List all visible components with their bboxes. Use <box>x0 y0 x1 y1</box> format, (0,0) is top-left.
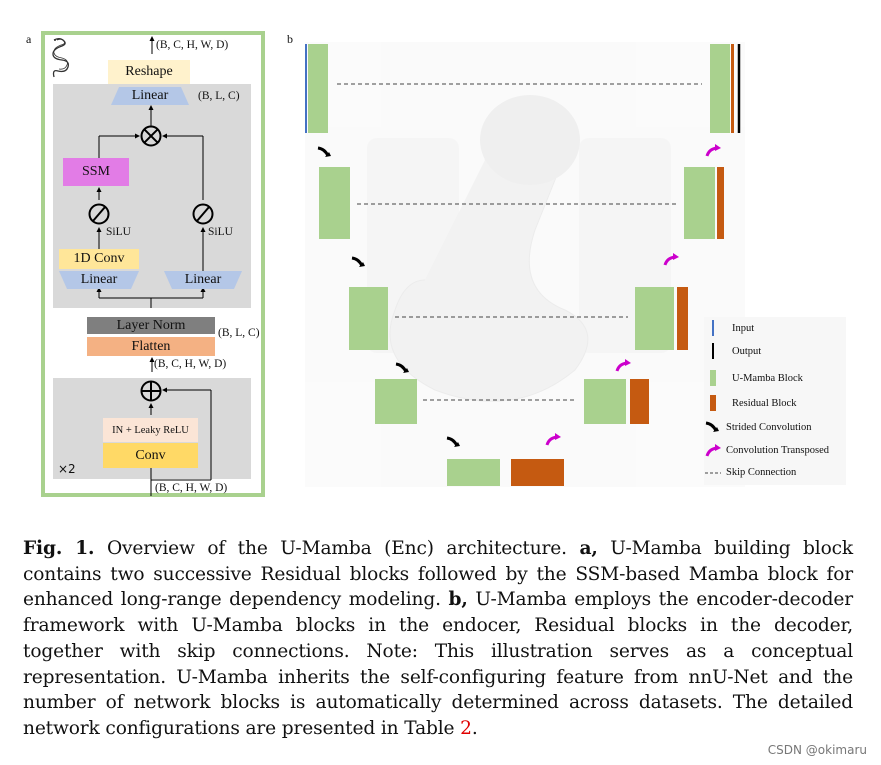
shape-label-bottom: (B, C, H, W, D) <box>155 482 228 494</box>
silu-left-icon <box>88 203 110 225</box>
legend-item-strided-convolution: Strided Convolution <box>704 420 811 434</box>
encoder-block-3 <box>375 379 417 424</box>
legend-item-skip-connection: Skip Connection <box>704 467 796 478</box>
legend-label-residual-block: Residual Block <box>732 397 797 409</box>
conv1d-block: 1D Conv <box>59 249 139 269</box>
csdn-watermark: CSDN @okimaru <box>767 743 867 757</box>
legend: Input Output U-Mamba Block Residual Bloc… <box>704 317 846 485</box>
add-icon <box>140 380 162 402</box>
encoder-block-0 <box>308 44 328 133</box>
skip-connection-dash-icon <box>705 472 721 473</box>
caption-text-3: U-Mamba employs the encoder-decoder fram… <box>23 589 853 739</box>
legend-label-skip-connection: Skip Connection <box>726 467 797 478</box>
in-leaky-relu-block: IN + Leaky ReLU <box>103 418 198 442</box>
silu-right-icon <box>192 203 214 225</box>
background-illustration <box>305 42 745 487</box>
decoder-residual-block-3 <box>630 379 649 424</box>
legend-item-u-mamba-block: U-Mamba Block <box>704 370 803 386</box>
decoder-residual-block-2 <box>677 287 688 350</box>
linear-left-block: Linear <box>80 272 118 287</box>
legend-item-output: Output <box>704 343 761 359</box>
u-mamba-block-swatch <box>710 370 716 386</box>
bottleneck-residual-block <box>511 459 564 486</box>
panel-a-label: a <box>26 32 32 46</box>
bottleneck-umamba-block <box>447 459 500 486</box>
legend-label-output: Output <box>732 345 762 357</box>
encoder-block-1 <box>319 167 350 239</box>
conv-transposed-arrow-icon <box>705 444 721 457</box>
decoder-umamba-block-0 <box>710 44 730 133</box>
figure-caption: Fig. 1. Overview of the U-Mamba (Enc) ar… <box>23 536 853 742</box>
residual-block-swatch <box>710 395 716 411</box>
legend-label-input: Input <box>732 322 755 334</box>
encoder-block-2 <box>349 287 388 350</box>
reshape-block: Reshape <box>108 60 190 84</box>
decoder-residual-block-1 <box>717 167 724 239</box>
legend-item-residual-block: Residual Block <box>704 395 796 411</box>
table-reference-link[interactable]: 2 <box>460 718 472 739</box>
decoder-umamba-block-1 <box>684 167 715 239</box>
legend-item-input: Input <box>704 320 754 336</box>
caption-fig-label: Fig. 1. <box>23 538 95 559</box>
silu-left-label: SiLU <box>106 226 131 238</box>
linear-right-block: Linear <box>184 272 222 287</box>
legend-label-convolution-transposed: Convolution Transposed <box>726 444 829 456</box>
caption-text-1: Overview of the U-Mamba (Enc) architectu… <box>94 538 580 559</box>
legend-label-u-mamba-block: U-Mamba Block <box>732 372 803 384</box>
repeat-label: ×2 <box>58 462 76 476</box>
caption-a-label: a, <box>579 538 598 559</box>
decoder-umamba-block-2 <box>635 287 674 350</box>
ssm-block: SSM <box>63 158 129 186</box>
multiply-icon <box>140 125 162 147</box>
layer-norm-block: Layer Norm <box>87 317 215 334</box>
input-line-icon <box>712 320 714 336</box>
strided-conv-arrow-icon <box>705 421 719 432</box>
output-line-icon <box>712 343 714 359</box>
silu-right-label: SiLU <box>208 226 233 238</box>
conv-block: Conv <box>103 443 198 468</box>
decoder-residual-block-0 <box>731 44 734 133</box>
shape-label-blc-mid: (B, L, C) <box>218 327 260 339</box>
shape-label-mid: (B, C, H, W, D) <box>154 358 227 370</box>
output-arrow <box>149 36 155 54</box>
shape-label-top: (B, C, H, W, D) <box>156 39 229 51</box>
flatten-block: Flatten <box>87 337 215 356</box>
legend-item-convolution-transposed: Convolution Transposed <box>704 443 829 457</box>
decoder-umamba-block-3 <box>584 379 626 424</box>
panel-b-label: b <box>287 32 293 46</box>
snake-icon <box>52 38 70 78</box>
caption-text-4: . <box>471 717 478 739</box>
legend-label-strided-convolution: Strided Convolution <box>726 421 812 433</box>
caption-b-label: b, <box>448 589 468 611</box>
